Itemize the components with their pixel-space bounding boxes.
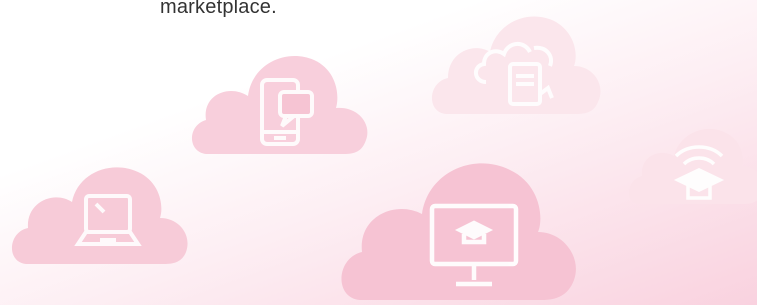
cloud-laptop <box>11 160 190 268</box>
cloud-smartphone <box>190 50 370 158</box>
cloud-wifi-graduation <box>628 118 757 208</box>
cloud-monitor-graduation <box>340 150 580 305</box>
caption-text: marketplace. <box>160 0 277 18</box>
cloud-sync-document <box>430 8 601 118</box>
